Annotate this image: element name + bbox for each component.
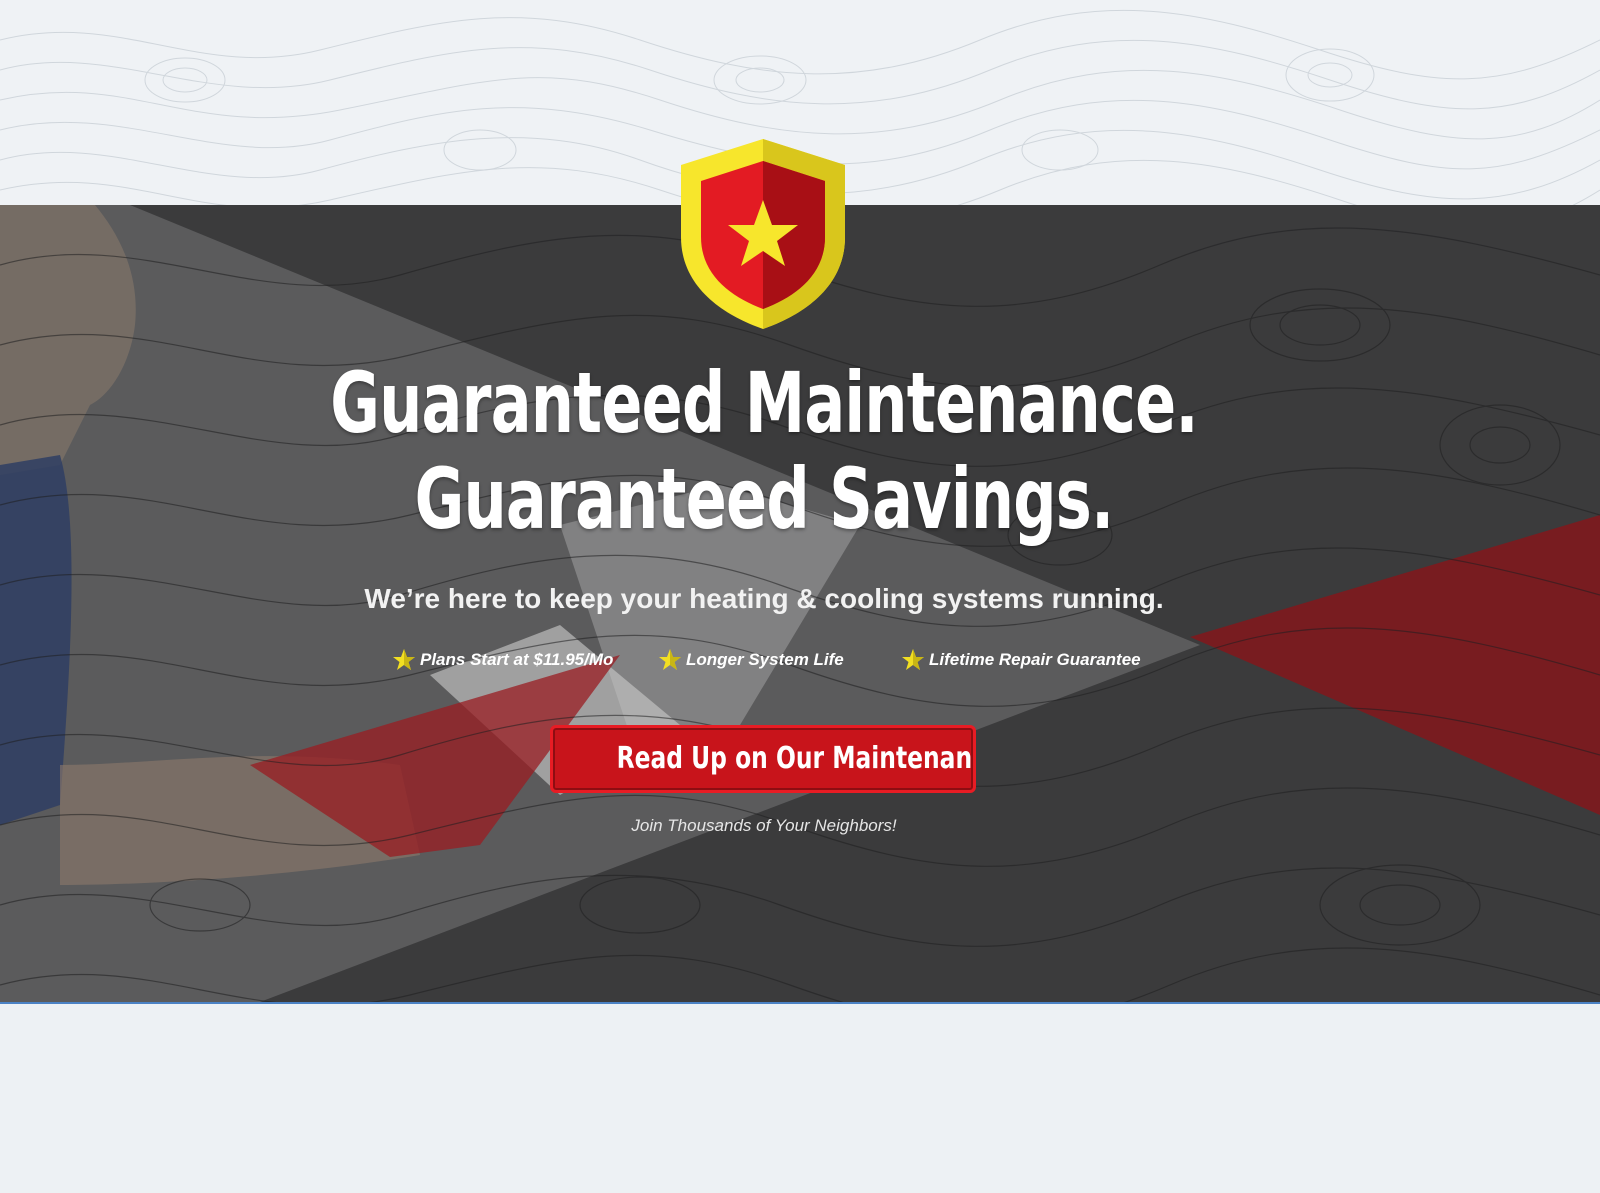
benefit-item-price: Plans Start at $11.95/Mo bbox=[392, 648, 613, 672]
page: Guaranteed Maintenance. Guaranteed Savin… bbox=[0, 0, 1600, 1193]
benefit-label: Plans Start at $11.95/Mo bbox=[420, 650, 614, 669]
star-icon bbox=[902, 649, 924, 670]
bottom-section bbox=[0, 1004, 1600, 1193]
cta-subtext: Join Thousands of Your Neighbors! bbox=[631, 816, 897, 835]
hero-subheadline: We’re here to keep your heating & coolin… bbox=[364, 583, 1164, 614]
maintenance-plan-button[interactable]: Read Up on Our Maintenance Plan bbox=[550, 725, 976, 793]
headline-line-1: Guaranteed Maintenance. bbox=[330, 354, 1198, 452]
benefit-item-life: Longer System Life bbox=[658, 648, 844, 672]
benefit-label: Longer System Life bbox=[686, 650, 844, 669]
hero-headline: Guaranteed Maintenance. Guaranteed Savin… bbox=[214, 355, 1314, 547]
star-icon bbox=[393, 649, 415, 670]
benefits-list: Plans Start at $11.95/Mo Longer System L… bbox=[0, 648, 1600, 678]
benefit-label: Lifetime Repair Guarantee bbox=[929, 650, 1141, 669]
headline-line-2: Guaranteed Savings. bbox=[414, 450, 1114, 548]
benefit-item-guarantee: Lifetime Repair Guarantee bbox=[901, 648, 1141, 672]
shield-star-icon bbox=[681, 139, 845, 329]
star-icon bbox=[659, 649, 681, 670]
cta-label: Read Up on Our Maintenance Plan bbox=[616, 741, 973, 776]
